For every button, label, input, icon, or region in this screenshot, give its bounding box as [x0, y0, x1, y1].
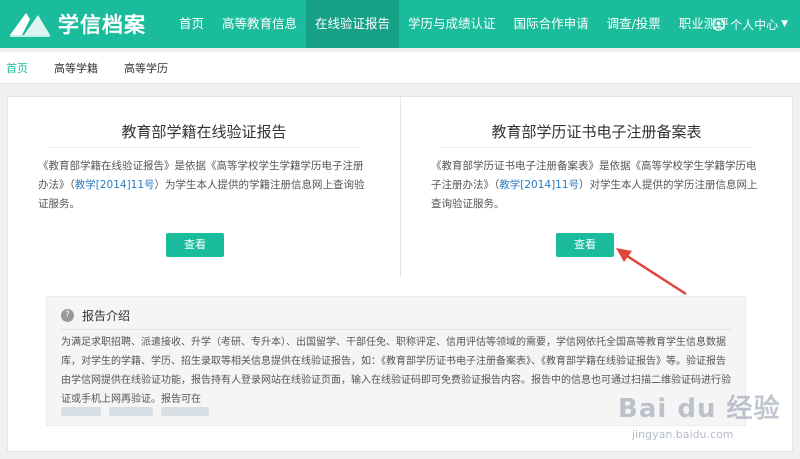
top-navbar: 学信档案 首页 高等教育信息 在线验证报告 学历与成绩认证 国际合作申请 调查/… — [0, 0, 800, 48]
enrollment-report-card: 教育部学籍在线验证报告 《教育部学籍在线验证报告》是依据《高等学校学生学籍学历电… — [8, 97, 400, 277]
intro-header: ? 报告介绍 — [61, 307, 130, 324]
divider — [441, 147, 752, 148]
logo-icon — [10, 13, 50, 37]
degree-record-title: 教育部学历证书电子注册备案表 — [491, 123, 702, 141]
user-icon — [712, 17, 725, 31]
sub-nav: 首页 高等学籍 高等学历 — [0, 52, 800, 84]
nav-degree-transcript-certification[interactable]: 学历与成绩认证 — [399, 0, 505, 48]
nav-survey-vote[interactable]: 调查/投票 — [598, 0, 670, 48]
nav-home[interactable]: 首页 — [170, 0, 213, 48]
nav-higher-education-info[interactable]: 高等教育信息 — [213, 0, 306, 48]
intro-title: 报告介绍 — [82, 309, 131, 323]
divider — [61, 329, 731, 330]
divider — [48, 147, 360, 148]
site-logo[interactable]: 学信档案 — [8, 8, 146, 40]
report-intro-box: ? 报告介绍 为满足求职招聘、派遣接收、升学（考研、专升本）、出国留学、干部任免… — [46, 296, 746, 426]
enrollment-report-description: 《教育部学籍在线验证报告》是依据《高等学校学生学籍学历电子注册办法》（教学[20… — [38, 157, 370, 214]
regulation-link[interactable]: 教学[2014]11号 — [75, 179, 155, 191]
main-nav: 首页 高等教育信息 在线验证报告 学历与成绩认证 国际合作申请 调查/投票 职业… — [170, 0, 738, 48]
view-degree-record-button[interactable]: 查看 — [556, 233, 614, 257]
blurred-segment — [109, 407, 153, 416]
brand-name: 学信档案 — [58, 13, 146, 37]
user-center-label: 个人中心 — [730, 17, 779, 32]
regulation-link[interactable]: 教学[2014]11号 — [499, 179, 579, 191]
enrollment-report-title: 教育部学籍在线验证报告 — [121, 123, 287, 141]
blurred-text — [61, 407, 217, 416]
degree-record-description: 《教育部学历证书电子注册备案表》是依据《高等学校学生学籍学历电子注册办法》（教学… — [431, 157, 762, 214]
question-icon: ? — [61, 309, 74, 322]
subnav-higher-enrollment[interactable]: 高等学籍 — [54, 60, 98, 76]
subnav-home[interactable]: 首页 — [6, 60, 28, 76]
blurred-segment — [61, 407, 101, 416]
nav-online-verification-report[interactable]: 在线验证报告 — [306, 0, 400, 48]
nav-international-cooperation[interactable]: 国际合作申请 — [505, 0, 598, 48]
view-enrollment-report-button[interactable]: 查看 — [166, 233, 224, 257]
subnav-higher-degree[interactable]: 高等学历 — [124, 60, 168, 76]
intro-text: 为满足求职招聘、派遣接收、升学（考研、专升本）、出国留学、干部任免、职称评定、信… — [61, 337, 731, 405]
chevron-down-icon: ▼ — [781, 19, 788, 29]
blurred-segment — [161, 407, 209, 416]
degree-record-card: 教育部学历证书电子注册备案表 《教育部学历证书电子注册备案表》是依据《高等学校学… — [400, 97, 792, 277]
user-center-menu[interactable]: 个人中心 ▼ — [712, 0, 788, 48]
